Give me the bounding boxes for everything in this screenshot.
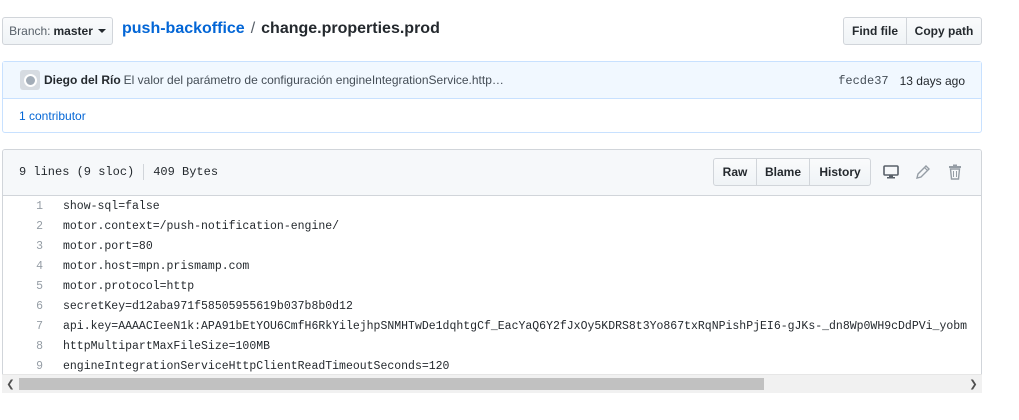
line-number[interactable]: 5 xyxy=(3,280,43,293)
scroll-left-icon[interactable]: ❮ xyxy=(2,375,19,393)
commit-sha-link[interactable]: fecde37 xyxy=(838,74,888,88)
blame-button[interactable]: Blame xyxy=(757,158,810,186)
file-view-button-group: Raw Blame History xyxy=(713,158,871,186)
pencil-icon[interactable] xyxy=(911,160,935,184)
code-line: 9 engineIntegrationServiceHttpClientReadT… xyxy=(3,356,981,376)
line-content: motor.port=80 xyxy=(63,239,153,253)
commit-meta: fecde37 13 days ago xyxy=(838,62,965,99)
commit-time: 13 days ago xyxy=(899,73,965,88)
line-number[interactable]: 1 xyxy=(3,200,43,213)
copy-path-button[interactable]: Copy path xyxy=(907,17,982,45)
file-nav-button-group: Find file Copy path xyxy=(843,17,982,45)
branch-label: Branch: xyxy=(9,24,51,38)
scrollbar-thumb[interactable] xyxy=(19,378,764,390)
line-number[interactable]: 8 xyxy=(3,340,43,353)
file-navigation: Branch: master push-backoffice / change.… xyxy=(2,17,982,47)
desktop-icon[interactable] xyxy=(879,160,903,184)
find-file-button[interactable]: Find file xyxy=(843,17,907,45)
code-line: 4 motor.host=mpn.prismamp.com xyxy=(3,256,981,276)
caret-down-icon xyxy=(97,29,106,33)
line-number[interactable]: 7 xyxy=(3,320,43,333)
code-view: 1 show-sql=false 2 motor.context=/push-noti… xyxy=(3,196,981,392)
line-content: secretKey=d12aba971f58505955619b037b8b0d… xyxy=(63,299,353,313)
breadcrumb-separator: / xyxy=(250,20,256,37)
file-info-divider xyxy=(143,164,145,180)
code-line: 6 secretKey=d12aba971f58505955619b037b8b0… xyxy=(3,296,981,316)
breadcrumb: push-backoffice / change.properties.prod xyxy=(122,20,440,38)
code-line: 8 httpMultipartMaxFileSize=100MB xyxy=(3,336,981,356)
horizontal-scrollbar[interactable]: ❮ ❯ xyxy=(2,374,982,393)
line-content: httpMultipartMaxFileSize=100MB xyxy=(63,339,271,353)
line-content: motor.host=mpn.prismamp.com xyxy=(63,259,250,273)
line-number[interactable]: 2 xyxy=(3,220,43,233)
line-number[interactable]: 6 xyxy=(3,300,43,313)
trash-icon[interactable] xyxy=(943,160,967,184)
breadcrumb-repo-link[interactable]: push-backoffice xyxy=(122,20,245,38)
history-button[interactable]: History xyxy=(810,158,871,186)
file-viewer: 9 lines (9 sloc) 409 Bytes Raw Blame His… xyxy=(2,149,982,393)
code-line: 5 motor.protocol=http xyxy=(3,276,981,296)
contributors-link[interactable]: 1 contributor xyxy=(3,99,981,133)
avatar[interactable] xyxy=(20,70,40,90)
latest-commit-row: Diego del Río El valor del parámetro de … xyxy=(3,62,981,99)
commit-tease: Diego del Río El valor del parámetro de … xyxy=(2,61,982,133)
line-content: api.key=AAAACIeeN1k:APA91bEtYOU6CmfH6RkY… xyxy=(63,319,968,333)
file-lines-count: 9 lines (9 sloc) xyxy=(19,165,135,179)
line-content: show-sql=false xyxy=(63,199,160,213)
line-number[interactable]: 9 xyxy=(3,360,43,373)
line-number[interactable]: 4 xyxy=(3,260,43,273)
code-line: 1 show-sql=false xyxy=(3,196,981,216)
branch-select-button[interactable]: Branch: master xyxy=(2,17,113,45)
code-line: 2 motor.context=/push-notification-engine… xyxy=(3,216,981,236)
line-content: motor.context=/push-notification-engine/ xyxy=(63,219,340,233)
raw-button[interactable]: Raw xyxy=(713,158,757,186)
line-number[interactable]: 3 xyxy=(3,240,43,253)
file-header: 9 lines (9 sloc) 409 Bytes Raw Blame His… xyxy=(3,150,981,196)
file-size: 409 Bytes xyxy=(153,165,219,179)
line-content: engineIntegrationServiceHttpClientReadTi… xyxy=(63,359,450,373)
breadcrumb-file-name: change.properties.prod xyxy=(261,20,440,37)
code-lines: 1 show-sql=false 2 motor.context=/push-noti… xyxy=(3,196,981,376)
scroll-right-icon[interactable]: ❯ xyxy=(965,375,982,393)
commit-message-link[interactable]: El valor del parámetro de configuración … xyxy=(124,73,504,87)
commit-author-link[interactable]: Diego del Río xyxy=(44,73,121,87)
file-info: 9 lines (9 sloc) 409 Bytes xyxy=(19,164,218,180)
code-line: 3 motor.port=80 xyxy=(3,236,981,256)
file-actions: Raw Blame History xyxy=(713,158,967,186)
line-content: motor.protocol=http xyxy=(63,279,195,293)
code-line: 7 api.key=AAAACIeeN1k:APA91bEtYOU6CmfH6Rk… xyxy=(3,316,981,336)
branch-name: master xyxy=(53,24,93,38)
avatar-image xyxy=(23,73,37,87)
